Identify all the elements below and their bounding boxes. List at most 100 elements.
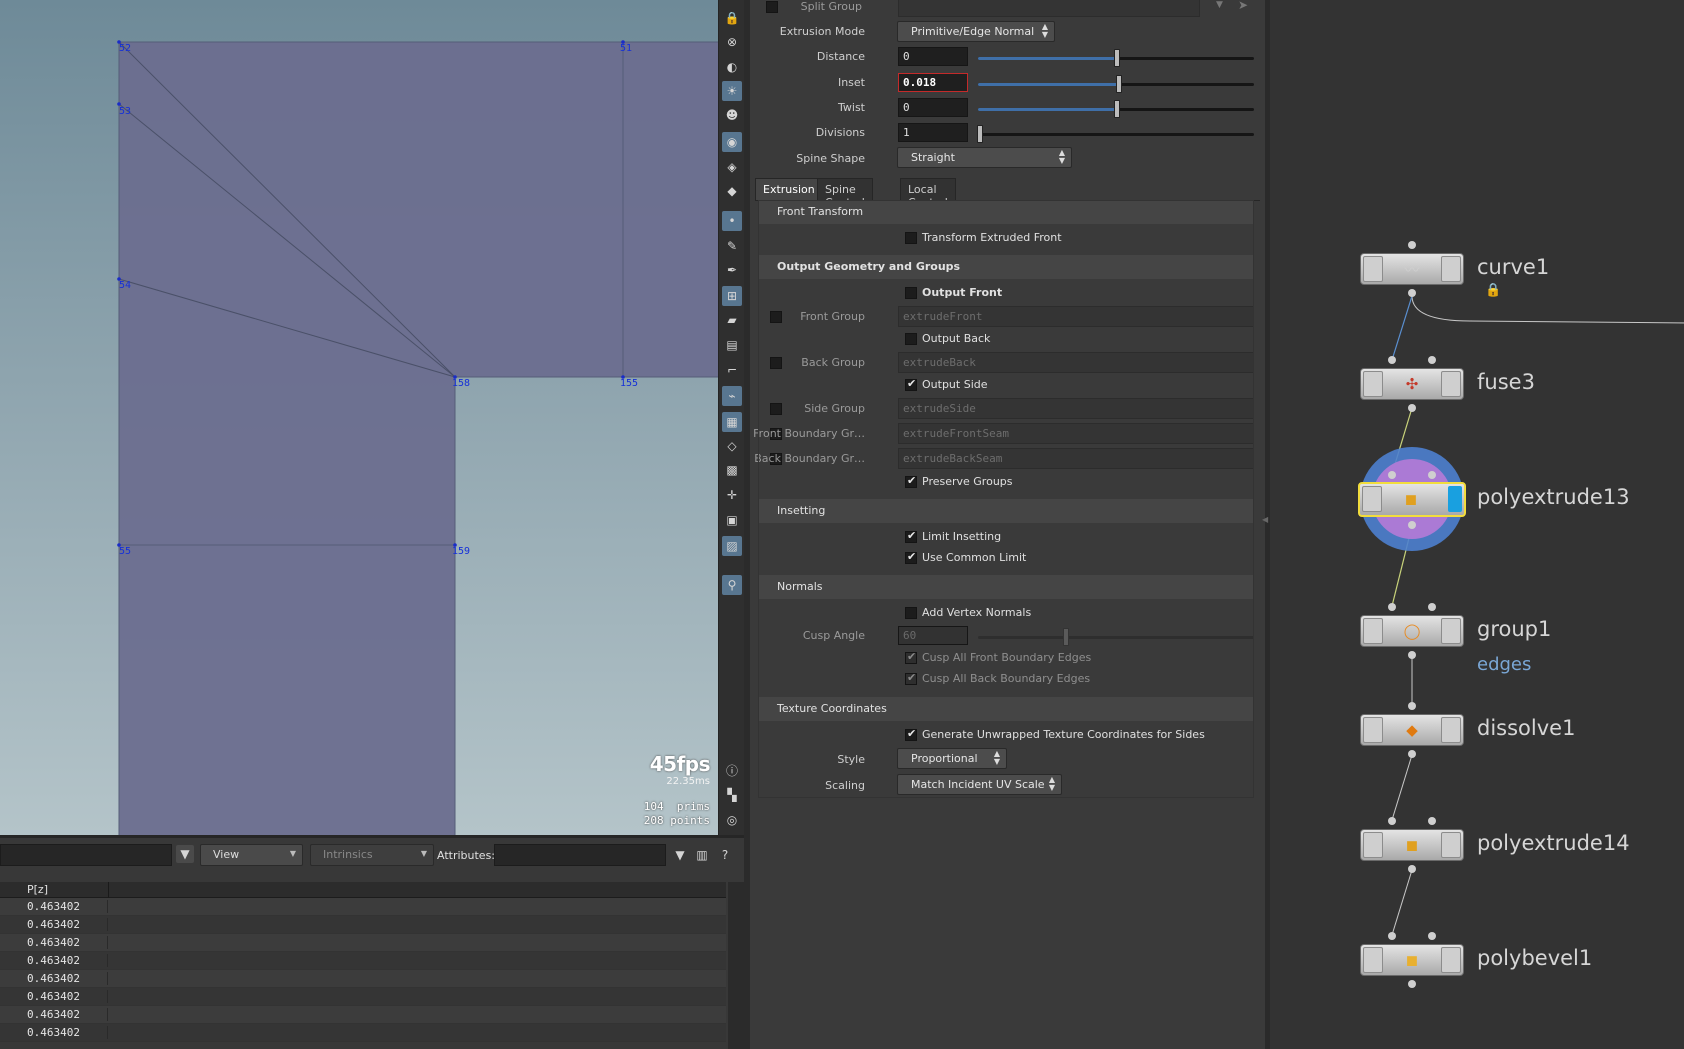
table-row[interactable]: 0.463402 xyxy=(0,934,726,952)
output-back-checkbox[interactable] xyxy=(905,333,917,345)
table-row[interactable]: 0.463402 xyxy=(0,988,726,1006)
output-side-checkbox[interactable] xyxy=(905,377,917,391)
point-mode-icon[interactable]: • xyxy=(722,211,742,231)
network-editor[interactable]: 〰 curve1 🔒 ✣ fuse3 ◼ polyextrude13 ◯ gro… xyxy=(1265,0,1684,1049)
node-dissolve1[interactable]: ◆ xyxy=(1360,714,1464,746)
dropdown-arrow-icon[interactable]: ▼ xyxy=(1216,0,1223,10)
front-group-field[interactable]: extrudeFront xyxy=(898,306,1254,327)
back-group-toggle[interactable] xyxy=(770,357,782,369)
node-name[interactable]: curve1 xyxy=(1477,255,1549,279)
select-visible-icon[interactable]: ◆ xyxy=(722,181,742,201)
paint-icon[interactable]: ▰ xyxy=(722,310,742,330)
columns-icon[interactable]: ▥ xyxy=(692,845,712,865)
scaling-menu[interactable]: Match Incident UV Scale ▲ ▼ xyxy=(897,774,1062,795)
info-icon[interactable]: ⓘ xyxy=(722,760,742,780)
table-row[interactable]: 0.463402 xyxy=(0,1024,726,1042)
attributes-field[interactable] xyxy=(494,844,666,866)
cusp-front-checkbox[interactable] xyxy=(905,650,917,664)
node-polyextrude14[interactable]: ◼ xyxy=(1360,829,1464,861)
capture-icon[interactable]: ▨ xyxy=(722,536,742,556)
column-header[interactable]: P[z] xyxy=(27,883,48,896)
uv-icon[interactable]: ▩ xyxy=(722,460,742,480)
scrollbar[interactable] xyxy=(728,882,744,1049)
filter-field[interactable] xyxy=(0,844,172,866)
divisions-slider[interactable] xyxy=(978,133,1254,136)
display-flag[interactable] xyxy=(1448,486,1462,512)
node-name[interactable]: dissolve1 xyxy=(1477,716,1575,740)
cusp-angle-slider[interactable] xyxy=(978,636,1254,639)
tab-spine-control[interactable]: Spine Control xyxy=(817,178,873,209)
add-vertex-normals-checkbox[interactable] xyxy=(905,607,917,619)
scene-viewport[interactable]: 52 51 53 54 158 155 55 159 45fps 22.35ms… xyxy=(0,0,718,835)
cusp-angle-slider-knob[interactable] xyxy=(1063,628,1069,646)
camera-icon[interactable]: ◉ xyxy=(722,132,742,152)
twist-field[interactable]: 0 xyxy=(898,98,968,117)
node-name[interactable]: polybevel1 xyxy=(1477,946,1592,970)
use-common-limit-checkbox[interactable] xyxy=(905,550,917,564)
preserve-groups-checkbox[interactable] xyxy=(905,474,917,488)
intrinsics-dropdown[interactable]: Intrinsics ▼ xyxy=(310,844,434,866)
side-group-field[interactable]: extrudeSide xyxy=(898,398,1254,419)
pen-icon[interactable]: ✒ xyxy=(722,260,742,280)
pin-icon[interactable]: ⚲ xyxy=(722,575,742,595)
stack-icon[interactable]: ▤ xyxy=(722,335,742,355)
generate-uv-checkbox[interactable] xyxy=(905,727,917,741)
twist-slider-knob[interactable] xyxy=(1114,100,1120,118)
node-name[interactable]: group1 xyxy=(1477,617,1551,641)
divisions-slider-knob[interactable] xyxy=(977,125,983,143)
layers-icon[interactable]: ◇ xyxy=(722,436,742,456)
table-row[interactable]: 0.463402 xyxy=(0,916,726,934)
distance-slider-knob[interactable] xyxy=(1114,49,1120,67)
tab-local-control[interactable]: Local Control xyxy=(900,178,956,209)
inset-slider-knob[interactable] xyxy=(1116,75,1122,93)
skull-icon[interactable]: ☻ xyxy=(722,105,742,125)
divisions-field[interactable]: 1 xyxy=(898,123,968,142)
attr-filter-icon[interactable]: ▼ xyxy=(670,845,690,865)
spine-shape-menu[interactable]: Straight ▲ ▼ xyxy=(897,147,1072,168)
lock-icon[interactable]: 🔒 xyxy=(722,8,742,28)
section-output-geometry[interactable]: Output Geometry and Groups xyxy=(758,255,1254,279)
close-circle-icon[interactable]: ⊗ xyxy=(722,32,742,52)
checker-icon[interactable]: ▦ xyxy=(722,412,742,432)
limit-insetting-checkbox[interactable] xyxy=(905,529,917,543)
node-name[interactable]: polyextrude14 xyxy=(1477,831,1630,855)
inset-field[interactable]: 0.018 xyxy=(898,73,968,92)
cusp-angle-field[interactable]: 60 xyxy=(898,626,968,645)
help-icon[interactable]: ? xyxy=(715,845,735,865)
node-polyextrude13[interactable]: ◼ xyxy=(1358,482,1466,517)
node-curve1[interactable]: 〰 xyxy=(1360,253,1464,285)
front-boundary-field[interactable]: extrudeFrontSeam xyxy=(898,423,1254,444)
style-menu[interactable]: Proportional ▲ ▼ xyxy=(897,748,1007,769)
front-group-toggle[interactable] xyxy=(770,311,782,323)
tab-extrusion[interactable]: Extrusion xyxy=(755,178,823,201)
output-front-checkbox[interactable] xyxy=(905,287,917,299)
filter-icon[interactable]: ▼ xyxy=(176,845,194,863)
eye-icon[interactable]: ◎ xyxy=(722,810,742,830)
table-row[interactable]: 0.463402 xyxy=(0,1006,726,1024)
light-icon[interactable]: ☀ xyxy=(722,81,742,101)
table-row[interactable]: 0.463402 xyxy=(0,970,726,988)
side-group-toggle[interactable] xyxy=(770,403,782,415)
layout-icon[interactable]: ▚ xyxy=(722,785,742,805)
extrusion-mode-menu[interactable]: Primitive/Edge Normal ▲ ▼ xyxy=(897,21,1055,42)
back-group-field[interactable]: extrudeBack xyxy=(898,352,1254,373)
globe-icon[interactable]: ◐ xyxy=(722,57,742,77)
node-polybevel1[interactable]: ◼ xyxy=(1360,944,1464,976)
node-group1[interactable]: ◯ xyxy=(1360,615,1464,647)
table-row[interactable]: 0.463402 xyxy=(0,898,726,916)
section-insetting[interactable]: Insetting xyxy=(758,499,1254,523)
corner-icon[interactable]: ⌐ xyxy=(722,360,742,380)
node-name[interactable]: polyextrude13 xyxy=(1477,485,1630,509)
split-group-field[interactable] xyxy=(898,0,1200,17)
section-texture-coordinates[interactable]: Texture Coordinates xyxy=(758,697,1254,721)
back-boundary-field[interactable]: extrudeBackSeam xyxy=(898,448,1254,469)
table-row[interactable]: 0.463402 xyxy=(0,952,726,970)
tweak-icon[interactable]: ⌁ xyxy=(722,386,742,406)
handle-icon[interactable]: ✛ xyxy=(722,485,742,505)
section-normals[interactable]: Normals xyxy=(758,575,1254,599)
eye-snap-icon[interactable]: ◈ xyxy=(722,157,742,177)
transform-extruded-front-checkbox[interactable] xyxy=(905,232,917,244)
snap-grid-icon[interactable]: ⊞ xyxy=(722,286,742,306)
node-fuse3[interactable]: ✣ xyxy=(1360,368,1464,400)
pane-resize-handle[interactable]: ◀ xyxy=(1262,515,1268,524)
